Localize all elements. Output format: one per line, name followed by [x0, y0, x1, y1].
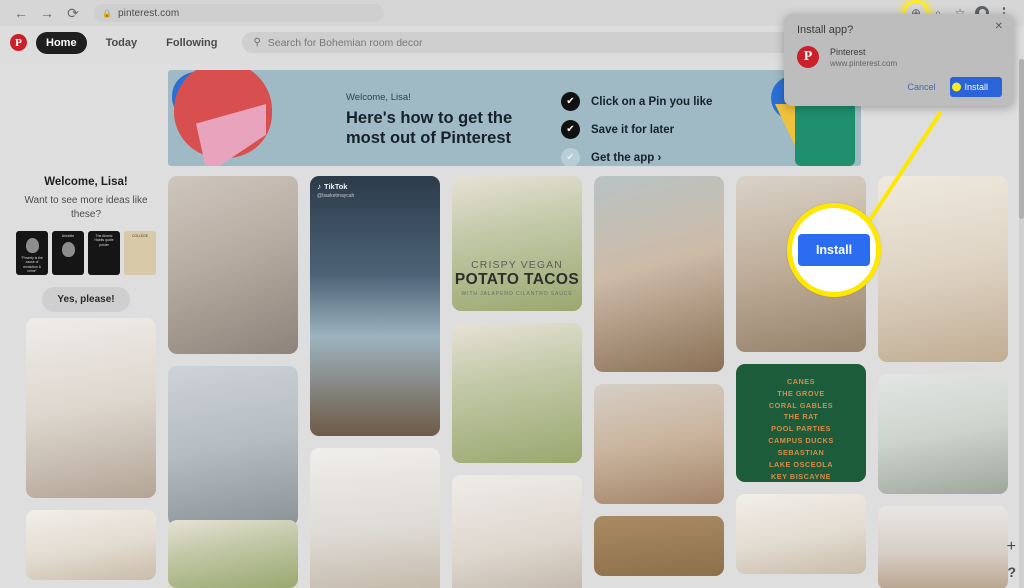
grid-column	[26, 318, 156, 588]
tiktok-username: @basketmaycah	[317, 193, 355, 199]
banner-steps: ✔ Click on a Pin you like ✔ Save it for …	[561, 92, 712, 166]
check-icon: ✔	[561, 120, 580, 139]
url-text: pinterest.com	[117, 7, 180, 19]
dialog-title: Install app?	[797, 24, 854, 36]
bottom-pin-row	[142, 520, 312, 588]
rail-heading: Welcome, Lisa!	[44, 176, 128, 188]
step-label: Get the app ›	[591, 151, 662, 164]
grid-column: ♪ TikTok @basketmaycah	[310, 176, 440, 588]
banner-step-save-later[interactable]: ✔ Save it for later	[561, 120, 712, 139]
step-label: Click on a Pin you like	[591, 95, 713, 108]
install-button[interactable]: Install	[950, 77, 1002, 97]
rail-subtext: Want to see more ideas like these?	[24, 195, 148, 220]
poster-line: KEY BISCAYNE	[771, 471, 831, 481]
pin-vanity-mirror[interactable]	[594, 384, 724, 504]
poster-line: THE GROVE	[777, 388, 825, 398]
banner-text: Welcome, Lisa! Here's how to get the mos…	[346, 92, 512, 148]
step-label: Save it for later	[591, 123, 675, 136]
pin-pink-nursery[interactable]	[878, 176, 1008, 362]
pin-kids-table[interactable]	[168, 366, 298, 526]
install-button-callout: Install	[787, 203, 881, 297]
banner-artwork	[168, 70, 288, 166]
pin-print-art[interactable]	[736, 494, 866, 574]
check-icon: ✔	[561, 92, 580, 111]
taco-line3: WITH JALAPENO CILANTRO SAUCE	[461, 291, 573, 297]
close-icon[interactable]: ✕	[995, 21, 1003, 32]
yes-please-button[interactable]: Yes, please!	[42, 287, 130, 312]
onboarding-banner: Welcome, Lisa! Here's how to get the mos…	[168, 70, 861, 166]
rail-thumbnails: "Poverty is the cause of revolution & cr…	[12, 231, 160, 275]
grid-column	[594, 176, 724, 588]
poster-line: CANES	[786, 377, 816, 386]
dialog-app-row: P Pinterest www.pinterest.com	[797, 46, 1001, 68]
banner-step-get-app[interactable]: ✔ Get the app ›	[561, 148, 712, 166]
check-icon: ✔	[561, 148, 580, 166]
pin-study-desk[interactable]	[310, 448, 440, 588]
grid-column	[878, 176, 1008, 588]
pin-salad-bowl[interactable]	[168, 520, 298, 588]
dialog-app-name: Pinterest	[830, 47, 866, 57]
poster-line: CORAL GABLES	[768, 400, 834, 410]
reload-icon[interactable]: ⟳	[60, 0, 86, 26]
taco-line2: POTATO TACOS	[454, 271, 580, 289]
rail-thumb[interactable]: COLLEGE	[124, 231, 156, 275]
poster-line: CAMPUS DUCKS	[768, 436, 834, 446]
create-pin-button[interactable]: +	[1007, 538, 1016, 556]
pin-boho-bedroom[interactable]	[594, 176, 724, 372]
back-icon[interactable]: ←	[8, 0, 34, 26]
cursor-indicator	[952, 82, 962, 92]
banner-step-click-pin[interactable]: ✔ Click on a Pin you like	[561, 92, 712, 111]
cancel-button[interactable]: Cancel	[898, 77, 944, 97]
forward-icon[interactable]: →	[34, 0, 60, 26]
pin-taco-plate[interactable]	[452, 323, 582, 463]
taco-caption: CRISPY VEGAN POTATO TACOS WITH JALAPENO …	[452, 259, 582, 297]
callout-install-button[interactable]: Install	[797, 234, 871, 266]
pin-white-bedroom[interactable]	[26, 318, 156, 498]
rail-thumb[interactable]: Aristotle	[52, 231, 84, 275]
pin-tiktok-loft[interactable]: ♪ TikTok @basketmaycah	[310, 176, 440, 436]
pin-nightstand[interactable]	[26, 510, 156, 580]
pin-crispy-vegan-tacos[interactable]: CRISPY VEGAN POTATO TACOS WITH JALAPENO …	[452, 176, 582, 311]
taco-line1: CRISPY VEGAN	[471, 259, 563, 272]
dialog-app-url: www.pinterest.com	[830, 59, 898, 69]
lock-icon: 🔒	[102, 8, 112, 18]
search-placeholder: Search for Bohemian room decor	[267, 36, 423, 49]
grid-column: CRISPY VEGAN POTATO TACOS WITH JALAPENO …	[452, 176, 582, 588]
banner-welcome: Welcome, Lisa!	[346, 92, 411, 103]
poster-line: THE RAT	[783, 412, 819, 422]
help-button[interactable]: ?	[1007, 564, 1016, 580]
poster-line: SEBASTIAN	[777, 447, 825, 457]
pinterest-logo-icon: P	[797, 46, 819, 69]
pin-lamp-tan[interactable]	[594, 516, 724, 576]
browser-window: ← → ⟳ 🔒 pinterest.com ⊕ ⌕ ☆ P Home Today…	[0, 0, 1024, 588]
rail-pin-grid	[12, 318, 162, 588]
tab-home[interactable]: Home	[36, 31, 87, 54]
rail-thumb[interactable]: The Atomic Habits quote poster	[88, 231, 120, 275]
pin-gallery-frames[interactable]	[878, 374, 1008, 494]
welcome-rail: Welcome, Lisa! Want to see more ideas li…	[12, 176, 160, 312]
tiktok-badge: ♪ TikTok	[317, 182, 347, 191]
tab-today[interactable]: Today	[96, 32, 148, 54]
install-app-dialog: Install app? ✕ P Pinterest www.pinterest…	[784, 14, 1014, 106]
rail-thumb[interactable]: "Poverty is the cause of revolution & cr…	[16, 231, 48, 275]
pin-gallery-wall[interactable]	[168, 176, 298, 354]
poster-line: LAKE OSCEOLA	[769, 459, 833, 469]
search-icon: ⚲	[253, 37, 261, 48]
pin-miami-poster[interactable]: CANES THE GROVE CORAL GABLES THE RAT POO…	[736, 364, 866, 482]
pinterest-logo-icon[interactable]: P	[10, 34, 27, 51]
banner-title-line2: most out of Pinterest	[346, 129, 512, 148]
dialog-buttons: Cancel Install	[898, 77, 1002, 97]
page-scrollbar[interactable]	[1019, 59, 1024, 588]
grid-column	[168, 520, 298, 588]
poster-line: POOL PARTIES	[771, 424, 831, 434]
pin-desk-moodboard[interactable]	[452, 475, 582, 588]
tiktok-label: TikTok	[324, 182, 348, 191]
address-bar[interactable]: 🔒 pinterest.com	[94, 4, 384, 22]
music-note-icon: ♪	[317, 182, 321, 191]
banner-title-line1: Here's how to get the	[346, 109, 513, 127]
install-button-label: Install	[964, 82, 988, 92]
tab-following[interactable]: Following	[156, 32, 227, 54]
pin-wall-shelf[interactable]	[878, 506, 1008, 588]
